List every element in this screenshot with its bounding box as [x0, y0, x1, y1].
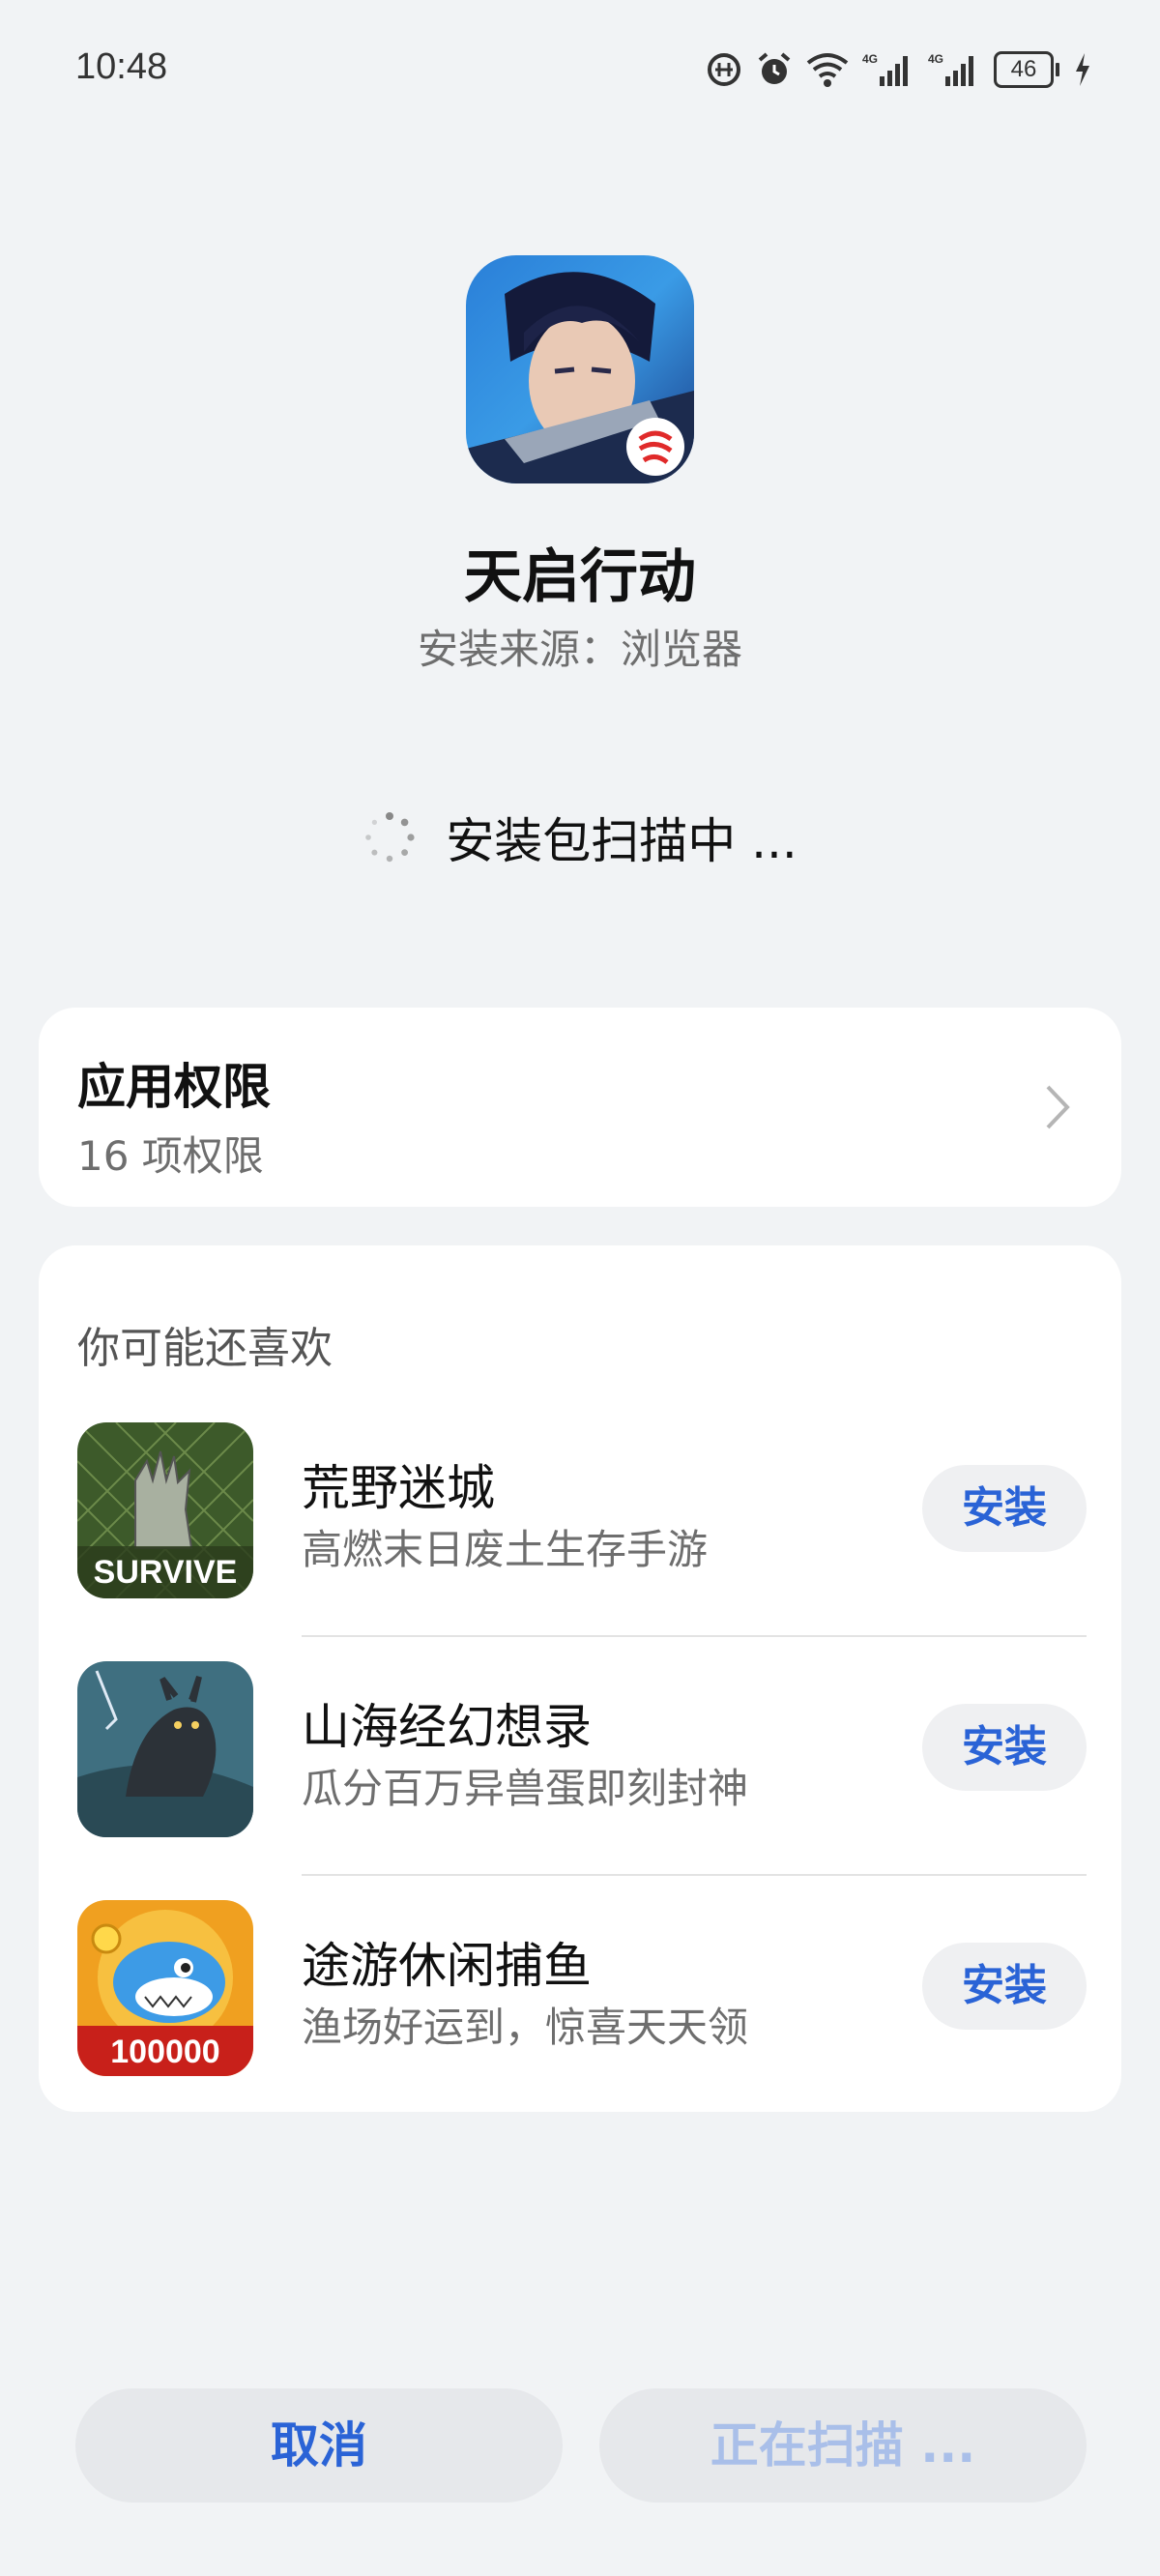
app-icon-fish: 100000 [77, 1900, 253, 2076]
data-saver-icon [708, 53, 740, 86]
install-button[interactable]: 安装 [922, 1465, 1087, 1552]
scan-status: 安装包扫描中 ... [0, 803, 1160, 872]
install-button[interactable]: 安装 [922, 1704, 1087, 1791]
charging-icon [1076, 53, 1089, 86]
list-item[interactable]: 山海经幻想录 瓜分百万异兽蛋即刻封神 安装 [39, 1661, 1121, 1899]
list-item[interactable]: 100000 途游休闲捕鱼 渔场好运到，惊喜天天领 安装 [39, 1900, 1121, 2138]
item-name: 途游休闲捕鱼 [302, 1938, 592, 1994]
status-bar: 10:48 4G 4G 46 [0, 0, 1160, 140]
item-name: 荒野迷城 [302, 1460, 495, 1516]
scan-text: 安装包扫描中 ... [446, 813, 798, 869]
battery-tip [1056, 63, 1059, 76]
item-description: 高燃末日废土生存手游 [302, 1526, 709, 1573]
item-name: 山海经幻想录 [302, 1699, 592, 1755]
icon-caption: SURVIVE [94, 1554, 238, 1591]
wifi-icon [806, 53, 849, 87]
svg-text:4G: 4G [928, 52, 943, 66]
app-icon-survive: SURVIVE [77, 1422, 253, 1598]
recommendations-header: 你可能还喜欢 [77, 1324, 333, 1373]
alarm-icon [758, 52, 791, 84]
chevron-right-icon [1046, 1085, 1070, 1129]
cancel-button[interactable]: 取消 [75, 2388, 563, 2503]
icon-caption: 100000 [110, 2034, 219, 2070]
app-icon-beast [77, 1661, 253, 1837]
list-item[interactable]: SURVIVE 荒野迷城 高燃末日废土生存手游 安装 [39, 1422, 1121, 1660]
item-description: 瓜分百万异兽蛋即刻封神 [302, 1765, 749, 1812]
game-hero-icon [466, 255, 694, 483]
signal-4g-icon: 4G [928, 52, 973, 86]
status-icons: 4G 4G 46 [706, 48, 1092, 91]
divider [302, 1874, 1087, 1876]
install-button[interactable]: 安装 [922, 1943, 1087, 2030]
app-name: 天启行动 [464, 543, 696, 611]
permissions-title: 应用权限 [77, 1059, 271, 1115]
app-source: 安装来源：浏览器 [417, 626, 742, 673]
status-time: 10:48 [75, 46, 168, 87]
signal-4g-icon: 4G [862, 52, 908, 86]
recommendations-card: 你可能还喜欢 SURVIVE 荒野迷城 高燃末日废土生存手游 安装 山海经幻想录… [39, 1245, 1121, 2112]
battery-level: 46 [994, 51, 1054, 88]
scanning-button[interactable]: 正在扫描 ... [599, 2388, 1087, 2503]
divider [302, 1635, 1087, 1637]
battery-indicator: 46 [994, 51, 1059, 88]
permissions-count: 16 项权限 [77, 1132, 264, 1180]
loading-spinner-icon [365, 812, 415, 863]
permissions-card[interactable]: 应用权限 16 项权限 [39, 1008, 1121, 1207]
item-description: 渔场好运到，惊喜天天领 [302, 2004, 749, 2051]
app-icon [466, 255, 694, 483]
svg-text:4G: 4G [862, 52, 878, 66]
